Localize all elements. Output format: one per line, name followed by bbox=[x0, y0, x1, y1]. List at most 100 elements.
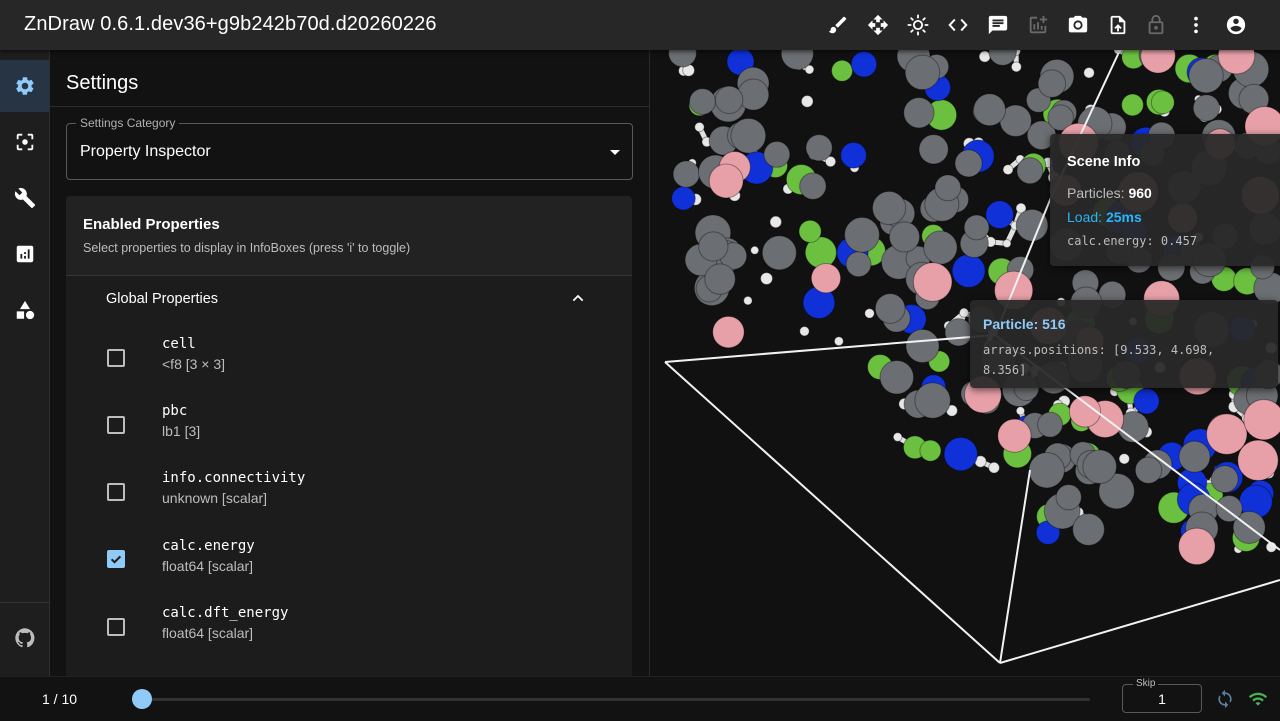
settings-category-select[interactable]: Settings Category Property Inspector bbox=[66, 123, 633, 180]
atom[interactable] bbox=[889, 222, 919, 252]
atom[interactable] bbox=[834, 337, 843, 346]
atom[interactable] bbox=[811, 264, 840, 293]
atom[interactable] bbox=[1073, 514, 1105, 546]
atom[interactable] bbox=[945, 319, 972, 346]
frame-slider-track[interactable] bbox=[142, 698, 1090, 701]
atom[interactable] bbox=[1122, 94, 1144, 116]
upload-icon[interactable] bbox=[1102, 9, 1134, 41]
atom[interactable] bbox=[1003, 239, 1011, 247]
atom[interactable] bbox=[944, 437, 977, 470]
atom[interactable] bbox=[761, 273, 773, 285]
atom[interactable] bbox=[1003, 165, 1013, 175]
atom[interactable] bbox=[1038, 70, 1065, 97]
atom[interactable] bbox=[989, 50, 1017, 65]
atom[interactable] bbox=[699, 232, 728, 261]
atom[interactable] bbox=[1056, 485, 1081, 510]
atom[interactable] bbox=[1244, 400, 1280, 440]
atom[interactable] bbox=[1016, 407, 1024, 415]
camera-icon[interactable] bbox=[1062, 9, 1094, 41]
more-vert-icon[interactable] bbox=[1180, 9, 1212, 41]
atom[interactable] bbox=[1211, 466, 1238, 493]
atom[interactable] bbox=[672, 187, 696, 211]
sync-icon[interactable] bbox=[1215, 689, 1235, 709]
atom[interactable] bbox=[845, 217, 880, 252]
atom[interactable] bbox=[799, 220, 821, 242]
atom[interactable] bbox=[919, 135, 948, 164]
atom[interactable] bbox=[695, 122, 704, 131]
brush-icon[interactable] bbox=[822, 9, 854, 41]
atom[interactable] bbox=[1083, 450, 1117, 484]
github-link[interactable] bbox=[0, 612, 49, 664]
atom[interactable] bbox=[689, 89, 715, 115]
atom[interactable] bbox=[915, 383, 951, 419]
chat-icon[interactable] bbox=[982, 9, 1014, 41]
atom[interactable] bbox=[841, 142, 867, 168]
chevron-up-icon[interactable] bbox=[570, 290, 586, 306]
atom[interactable] bbox=[846, 252, 871, 277]
atom[interactable] bbox=[738, 79, 769, 110]
account-icon[interactable] bbox=[1220, 9, 1252, 41]
atom[interactable] bbox=[952, 254, 985, 287]
atom[interactable] bbox=[1179, 441, 1210, 472]
atom[interactable] bbox=[709, 164, 743, 198]
rail-analysis-button[interactable] bbox=[0, 228, 49, 280]
atom[interactable] bbox=[669, 50, 697, 67]
atom[interactable] bbox=[1038, 412, 1063, 437]
atom[interactable] bbox=[1017, 158, 1043, 184]
atom[interactable] bbox=[1238, 440, 1278, 480]
atom[interactable] bbox=[998, 419, 1031, 452]
atom[interactable] bbox=[1011, 62, 1021, 72]
atom[interactable] bbox=[875, 294, 905, 324]
rail-selection-button[interactable] bbox=[0, 116, 49, 168]
atom[interactable] bbox=[986, 201, 1014, 229]
atom[interactable] bbox=[800, 326, 809, 335]
code-icon[interactable] bbox=[942, 9, 974, 41]
atom[interactable] bbox=[893, 433, 902, 442]
atom[interactable] bbox=[744, 296, 753, 305]
atom[interactable] bbox=[935, 175, 961, 201]
atom[interactable] bbox=[1189, 58, 1223, 92]
atom[interactable] bbox=[974, 94, 1006, 126]
atom[interactable] bbox=[955, 150, 982, 177]
brightness-icon[interactable] bbox=[902, 9, 934, 41]
atom[interactable] bbox=[713, 316, 744, 347]
atom[interactable] bbox=[1084, 67, 1095, 78]
atom[interactable] bbox=[880, 360, 914, 394]
atom[interactable] bbox=[832, 60, 853, 81]
property-checkbox[interactable] bbox=[107, 483, 125, 501]
global-properties-accordion[interactable]: Global Properties bbox=[66, 276, 632, 320]
atom[interactable] bbox=[764, 141, 790, 167]
skip-input[interactable]: Skip 1 bbox=[1122, 684, 1202, 713]
atom[interactable] bbox=[801, 96, 813, 108]
atom[interactable] bbox=[851, 51, 877, 77]
atom[interactable] bbox=[1029, 453, 1064, 488]
atom[interactable] bbox=[731, 118, 766, 153]
atom[interactable] bbox=[959, 308, 968, 317]
move-icon[interactable] bbox=[862, 9, 894, 41]
atom[interactable] bbox=[705, 264, 736, 295]
atom[interactable] bbox=[865, 309, 875, 319]
atom[interactable] bbox=[1207, 414, 1248, 455]
atom[interactable] bbox=[1193, 95, 1219, 121]
atom[interactable] bbox=[905, 55, 940, 90]
atom[interactable] bbox=[1135, 457, 1161, 483]
atom[interactable] bbox=[1134, 389, 1159, 414]
atom[interactable] bbox=[770, 216, 782, 228]
atom[interactable] bbox=[904, 98, 934, 128]
property-checkbox[interactable] bbox=[107, 416, 125, 434]
rail-modifiers-button[interactable] bbox=[0, 172, 49, 224]
atom[interactable] bbox=[989, 462, 1000, 473]
rail-geometries-button[interactable] bbox=[0, 284, 49, 336]
atom[interactable] bbox=[1179, 528, 1216, 565]
frame-slider-thumb[interactable] bbox=[132, 689, 152, 709]
property-checkbox[interactable] bbox=[107, 349, 125, 367]
atom[interactable] bbox=[913, 263, 952, 302]
atom[interactable] bbox=[1141, 50, 1176, 73]
atom[interactable] bbox=[920, 440, 941, 461]
atom[interactable] bbox=[1151, 91, 1174, 114]
atom[interactable] bbox=[924, 231, 957, 264]
atom[interactable] bbox=[673, 161, 699, 187]
rail-settings-button[interactable] bbox=[0, 60, 49, 112]
atom[interactable] bbox=[715, 86, 742, 113]
atom[interactable] bbox=[872, 191, 905, 224]
